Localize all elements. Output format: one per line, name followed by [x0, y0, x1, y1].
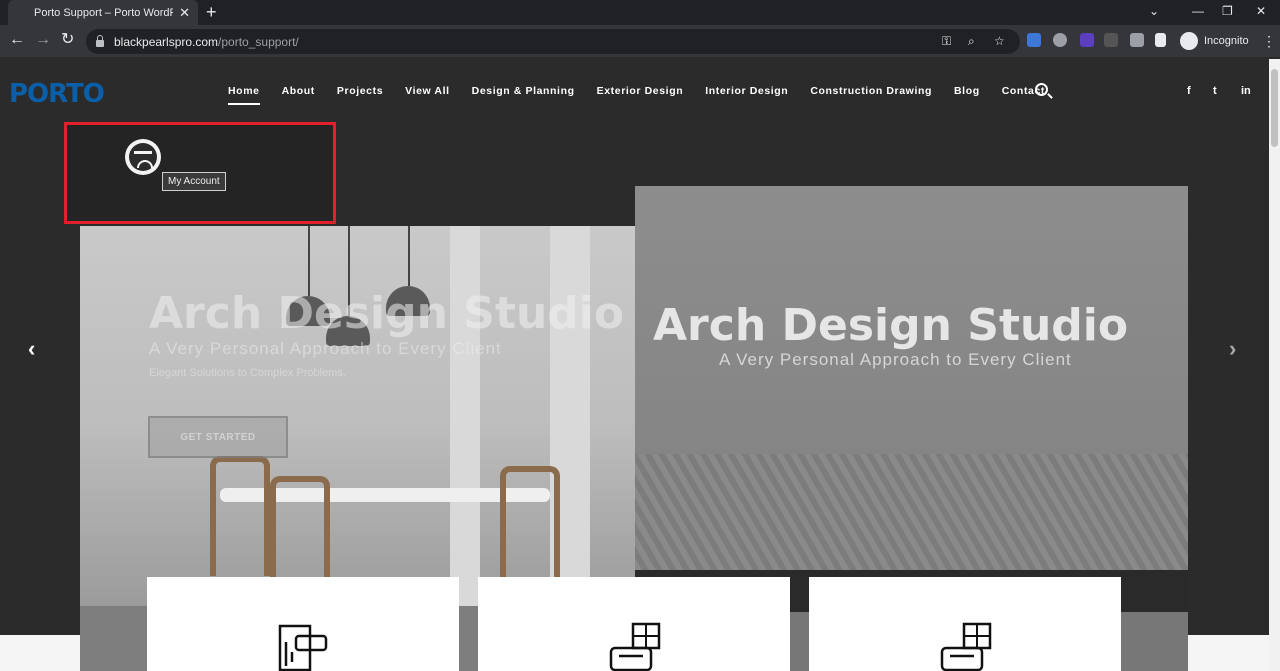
service-card[interactable]: [147, 577, 459, 671]
incognito-label: Incognito: [1204, 35, 1249, 47]
nav-about[interactable]: About: [282, 85, 315, 97]
slide-right-title: Arch Design Studio: [653, 300, 1129, 351]
slider-prev-button[interactable]: ‹: [28, 336, 35, 362]
globe-extension-icon[interactable]: [1053, 33, 1067, 47]
service-card[interactable]: [809, 577, 1121, 671]
url-path: /porto_support/: [218, 34, 299, 49]
get-started-button[interactable]: GET STARTED: [148, 416, 288, 458]
extensions-puzzle-icon[interactable]: [1130, 33, 1144, 47]
facebook-icon[interactable]: f: [1187, 85, 1191, 97]
drafting-machine-icon: [278, 624, 328, 671]
chair: [500, 466, 560, 586]
nav-view-all[interactable]: View All: [405, 85, 449, 97]
tab-close-icon[interactable]: ✕: [179, 5, 190, 21]
linkedin-icon[interactable]: in: [1241, 85, 1251, 97]
nav-exterior-design[interactable]: Exterior Design: [597, 85, 684, 97]
nav-projects[interactable]: Projects: [337, 85, 383, 97]
web-page: PORTO Home About Projects View All Desig…: [0, 59, 1269, 671]
side-panel-icon[interactable]: [1155, 33, 1166, 47]
forward-icon[interactable]: →: [35, 32, 51, 48]
window-close-icon[interactable]: ✕: [1256, 4, 1266, 18]
slide-left-tagline: Elegant Solutions to Complex Problems.: [149, 367, 346, 379]
my-account-icon[interactable]: [125, 139, 161, 175]
restore-icon[interactable]: ❐: [1222, 4, 1233, 18]
lamp-cord: [308, 226, 310, 296]
slide-floor: [635, 454, 1188, 570]
back-icon[interactable]: ←: [9, 32, 25, 48]
slide-left-subtitle: A Very Personal Approach to Every Client: [149, 339, 502, 358]
reload-icon[interactable]: ↻: [61, 32, 74, 48]
minimize-icon[interactable]: —: [1192, 4, 1204, 18]
lock-icon[interactable]: [96, 34, 104, 47]
service-card[interactable]: [478, 577, 790, 671]
twitter-icon[interactable]: t: [1213, 85, 1217, 97]
recycle-extension-icon[interactable]: [1104, 33, 1118, 47]
nav-construction-drawing[interactable]: Construction Drawing: [810, 85, 932, 97]
zoom-icon[interactable]: ⌕: [968, 34, 975, 49]
tab-search-icon[interactable]: ⌄: [1149, 4, 1159, 18]
slide-right: Arch Design Studio A Very Personal Appro…: [635, 186, 1188, 570]
furniture-icon: [609, 622, 661, 671]
nav-interior-design[interactable]: Interior Design: [705, 85, 788, 97]
incognito-icon: [1180, 32, 1198, 50]
nav-design-planning[interactable]: Design & Planning: [472, 85, 575, 97]
page-scrollbar[interactable]: [1269, 59, 1280, 671]
angry-face-icon: [129, 143, 157, 171]
main-nav: Home About Projects View All Design & Pl…: [228, 85, 1067, 105]
bookmark-star-icon[interactable]: ☆: [994, 34, 1005, 48]
address-bar[interactable]: blackpearlspro.com /porto_support/ ⚿ ⌕ ☆: [86, 29, 1020, 54]
browser-tab[interactable]: Porto Support – Porto WordPress ✕: [8, 0, 198, 25]
site-logo[interactable]: PORTO: [9, 79, 105, 109]
browser-tabstrip: Porto Support – Porto WordPress ✕ + ⌄ — …: [0, 0, 1280, 25]
slider-next-button[interactable]: ›: [1229, 336, 1236, 362]
page-section-bg: [0, 635, 80, 671]
incognito-profile[interactable]: Incognito: [1180, 32, 1249, 50]
slide-right-subtitle: A Very Personal Approach to Every Client: [719, 350, 1072, 369]
lamp-cord: [408, 226, 410, 286]
browser-menu-icon[interactable]: ⋮: [1262, 33, 1276, 50]
page-section-bg: [1188, 635, 1269, 671]
search-icon[interactable]: [1035, 83, 1048, 96]
nav-home[interactable]: Home: [228, 85, 260, 105]
url-host: blackpearlspro.com: [114, 34, 219, 49]
key-icon[interactable]: ⚿: [942, 34, 951, 49]
furniture-icon: [940, 622, 992, 671]
tab-title: Porto Support – Porto WordPress: [34, 6, 173, 19]
browser-toolbar: ← → ↻ blackpearlspro.com /porto_support/…: [0, 25, 1280, 58]
chair: [210, 456, 270, 576]
badge-extension-icon[interactable]: [1080, 33, 1094, 47]
scrollbar-thumb[interactable]: [1271, 69, 1278, 147]
my-account-tooltip: My Account: [162, 172, 226, 191]
slide-left-title: Arch Design Studio: [149, 288, 625, 339]
translate-extension-icon[interactable]: [1027, 33, 1041, 47]
nav-blog[interactable]: Blog: [954, 85, 980, 97]
new-tab-button[interactable]: +: [206, 3, 217, 21]
